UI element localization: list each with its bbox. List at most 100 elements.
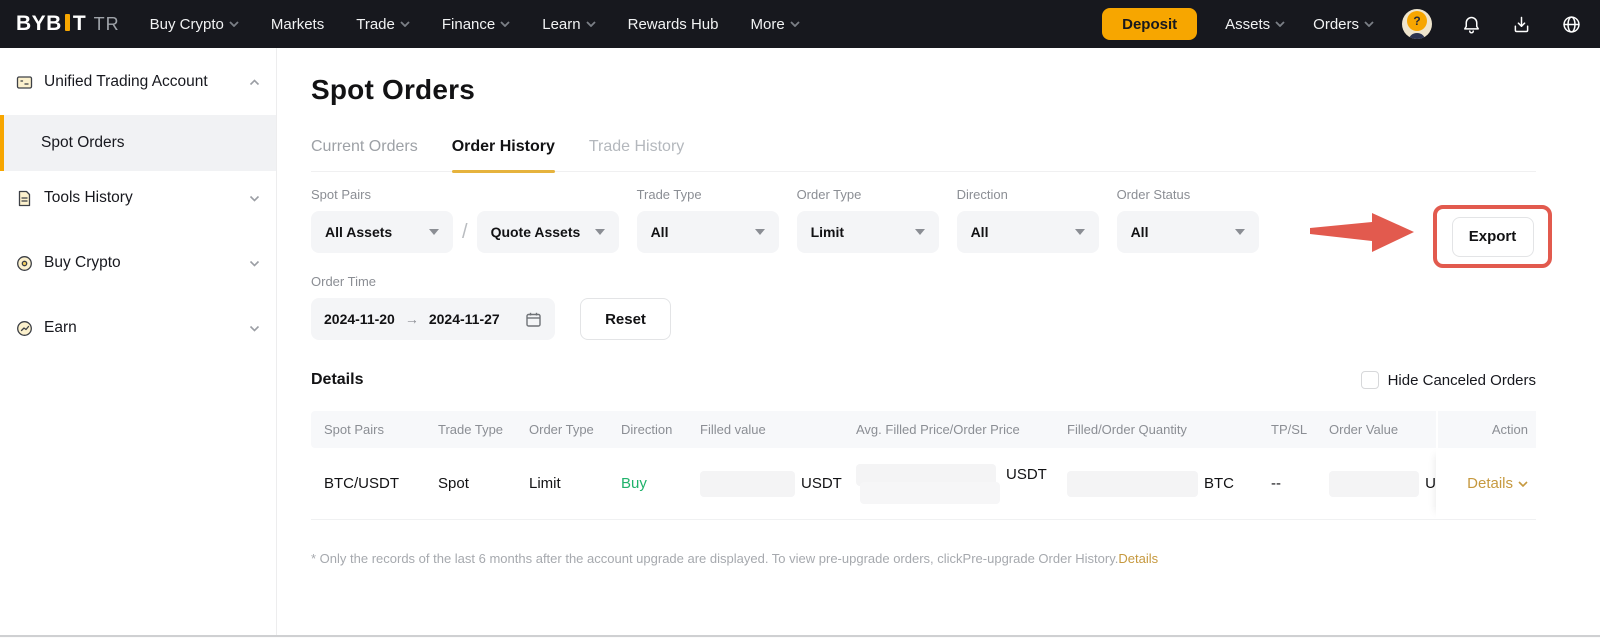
nav-more[interactable]: More [750, 16, 800, 33]
cell-direction: Buy [621, 475, 647, 492]
chevron-down-icon [249, 195, 260, 202]
chevron-down-icon [249, 325, 260, 332]
order-type-select[interactable]: Limit [796, 211, 939, 253]
filter-label: Trade Type [636, 187, 702, 202]
nav-finance[interactable]: Finance [442, 16, 510, 33]
top-navigation: BYB T TR Buy Crypto Markets Trade Finance… [0, 0, 1600, 48]
caret-down-icon [754, 229, 765, 235]
footnote: * Only the records of the last 6 months … [311, 551, 1536, 566]
order-status-select[interactable]: All [1116, 211, 1259, 253]
details-header-row: Details Hide Canceled Orders [311, 371, 1536, 389]
chevron-down-icon [249, 260, 260, 267]
caret-down-icon [914, 229, 925, 235]
filter-label: Spot Pairs [311, 187, 371, 202]
footnote-text: * Only the records of the last 6 months … [311, 551, 1119, 566]
redacted-value [1329, 470, 1420, 497]
cell-order-type: Limit [529, 475, 561, 492]
chevron-down-icon [790, 21, 800, 27]
redacted-value [860, 481, 1000, 504]
sidebar: Unified Trading Account Spot Orders Tool… [0, 48, 277, 635]
footnote-details-link[interactable]: Details [1118, 551, 1158, 566]
range-arrow-icon: → [404, 311, 419, 327]
filter-order-type: Order Type Limit [796, 187, 939, 253]
col-order-value: Order Value [1329, 422, 1399, 437]
page-body: Unified Trading Account Spot Orders Tool… [0, 48, 1600, 635]
filter-trade-type: Trade Type All [636, 187, 779, 253]
tab-current-orders[interactable]: Current Orders [311, 138, 418, 171]
deposit-button[interactable]: Deposit [1102, 8, 1198, 40]
filter-label: Direction [956, 187, 1008, 202]
col-action: Action [1436, 411, 1536, 448]
nav-rewards-hub[interactable]: Rewards Hub [628, 16, 719, 33]
logo-candle-icon [64, 14, 70, 31]
col-order-type: Order Type [529, 422, 594, 437]
question-badge-icon: ? [1407, 11, 1427, 31]
quote-asset-select[interactable]: Quote Assets [476, 211, 619, 253]
cell-avg-price: USDT [843, 463, 1054, 504]
order-tabs: Current Orders Order History Trade Histo… [311, 138, 1536, 173]
order-time-row: 2024-11-20 → 2024-11-27 Reset [311, 298, 1536, 340]
sidebar-item-buy-crypto[interactable]: Buy Crypto [16, 253, 260, 273]
coin-icon [17, 255, 32, 271]
col-spot-pairs: Spot Pairs [324, 422, 384, 437]
download-icon[interactable] [1510, 13, 1532, 35]
hide-canceled-toggle[interactable]: Hide Canceled Orders [1360, 371, 1536, 389]
details-heading: Details [311, 371, 364, 388]
filter-label: Order Type [796, 187, 862, 202]
sidebar-item-unified-trading-account[interactable]: Unified Trading Account [16, 72, 260, 92]
tab-order-history[interactable]: Order History [451, 138, 555, 173]
cell-trade-type: Spot [438, 475, 469, 492]
table-row: BTC/USDT Spot Limit Buy USDT USDT BTC --… [311, 448, 1536, 520]
date-range-picker[interactable]: 2024-11-20 → 2024-11-27 [311, 298, 555, 340]
col-trade-type: Trade Type [438, 422, 504, 437]
sidebar-item-spot-orders[interactable]: Spot Orders [0, 115, 276, 171]
nav-orders[interactable]: Orders [1313, 16, 1374, 33]
direction-select[interactable]: All [956, 211, 1099, 253]
filter-label: Order Status [1116, 187, 1191, 202]
trade-type-select[interactable]: All [636, 211, 779, 253]
chevron-down-icon [400, 21, 410, 27]
redacted-value [1067, 470, 1198, 497]
sidebar-item-earn[interactable]: Earn [16, 318, 260, 338]
base-asset-select[interactable]: All Assets [311, 211, 453, 253]
row-details-button[interactable]: Details [1467, 475, 1528, 492]
sidebar-item-tools-history[interactable]: Tools History [16, 188, 260, 208]
tab-trade-history[interactable]: Trade History [589, 138, 684, 171]
col-avg-price: Avg. Filled Price/Order Price [856, 422, 1020, 437]
globe-language-icon[interactable] [1560, 13, 1582, 35]
account-card-icon [16, 75, 33, 89]
caret-down-icon [1074, 229, 1085, 235]
cell-tpsl: -- [1271, 475, 1281, 492]
filter-spot-pairs: Spot Pairs All Assets / Quote Assets [311, 187, 619, 253]
table-header: Spot Pairs Trade Type Order Type Directi… [311, 411, 1536, 448]
bybit-logo[interactable]: BYB T TR [16, 12, 120, 36]
topnav-right: Deposit Assets Orders ? [1102, 8, 1582, 40]
pair-separator: / [462, 220, 468, 243]
chevron-down-icon [1275, 21, 1285, 27]
nav-assets[interactable]: Assets [1225, 16, 1285, 33]
page-title: Spot Orders [311, 74, 476, 105]
cell-filled-value: USDT [687, 470, 843, 497]
reset-button[interactable]: Reset [580, 298, 671, 340]
cell-order-value: U [1316, 470, 1436, 497]
notifications-bell-icon[interactable] [1460, 13, 1482, 35]
nav-buy-crypto[interactable]: Buy Crypto [150, 16, 239, 33]
main-content: Spot Orders Current Orders Order History… [277, 48, 1600, 635]
nav-trade[interactable]: Trade [356, 16, 410, 33]
nav-learn[interactable]: Learn [542, 16, 596, 33]
col-direction: Direction [621, 422, 673, 437]
export-button[interactable]: Export [1451, 216, 1534, 257]
chevron-down-icon [585, 21, 596, 27]
chevron-down-icon [1364, 21, 1374, 27]
cell-quantity: BTC [1054, 470, 1258, 497]
document-icon [18, 190, 31, 206]
orders-table: Spot Pairs Trade Type Order Type Directi… [311, 411, 1536, 520]
chevron-down-icon [500, 21, 510, 27]
start-date: 2024-11-20 [324, 311, 395, 327]
profile-avatar[interactable]: ? [1402, 9, 1432, 39]
nav-markets[interactable]: Markets [271, 16, 324, 33]
caret-down-icon [429, 229, 439, 235]
filter-direction: Direction All [956, 187, 1099, 253]
hide-canceled-label: Hide Canceled Orders [1387, 371, 1536, 389]
hide-canceled-checkbox[interactable] [1360, 371, 1379, 389]
